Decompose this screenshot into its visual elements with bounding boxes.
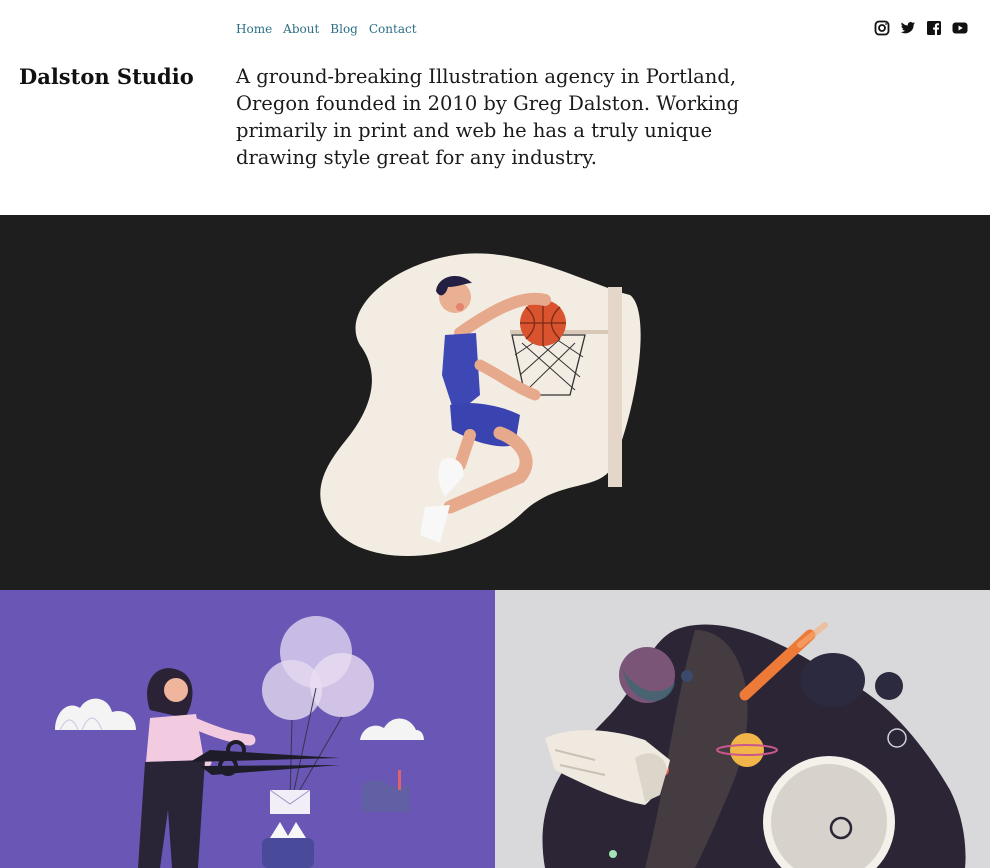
space-illustration bbox=[542, 622, 966, 868]
nav-about-link[interactable]: About bbox=[283, 22, 319, 36]
main-nav: Home About Blog Contact bbox=[236, 22, 417, 36]
intro-paragraph: A ground-breaking Illustration agency in… bbox=[236, 65, 740, 169]
social-links bbox=[874, 20, 968, 36]
twitter-icon[interactable] bbox=[900, 20, 916, 36]
balloons-illustration bbox=[55, 616, 424, 868]
portfolio-item-balloons[interactable] bbox=[0, 590, 495, 868]
youtube-icon[interactable] bbox=[952, 20, 968, 36]
instagram-icon[interactable] bbox=[874, 20, 890, 36]
portfolio-item-space[interactable] bbox=[495, 590, 990, 868]
nav-home-link[interactable]: Home bbox=[236, 22, 272, 36]
site-title[interactable]: Dalston Studio bbox=[19, 64, 194, 89]
facebook-icon[interactable] bbox=[926, 20, 942, 36]
portfolio-item-basketball[interactable] bbox=[0, 215, 990, 590]
nav-blog-link[interactable]: Blog bbox=[330, 22, 358, 36]
basketball-illustration bbox=[320, 253, 641, 557]
nav-contact-link[interactable]: Contact bbox=[369, 22, 417, 36]
